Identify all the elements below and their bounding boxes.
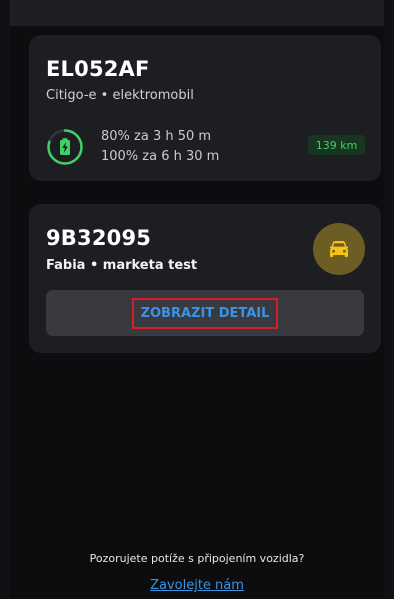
show-detail-button[interactable]: ZOBRAZIT DETAIL [46, 290, 364, 336]
connection-problem-text: Pozorujete potíže s připojením vozidla? [89, 552, 305, 565]
vehicle-subtitle: Citigo-e • elektromobil [46, 88, 194, 103]
status-bar [10, 0, 384, 26]
vehicle-plate: EL052AF [46, 57, 150, 81]
car-icon [313, 223, 365, 275]
range-badge: 139 km [308, 135, 365, 155]
vehicle-list-screen: EL052AF Citigo-e • elektromobil 80% za 3… [10, 26, 384, 599]
charge-estimate: 80% za 3 h 50 m 100% za 6 h 30 m [101, 127, 219, 167]
charge-estimate-80: 80% za 3 h 50 m [101, 129, 212, 144]
battery-charging-icon [47, 129, 83, 165]
charge-estimate-100: 100% za 6 h 30 m [101, 149, 220, 164]
call-us-link[interactable]: Zavolejte nám [10, 578, 384, 593]
show-detail-label: ZOBRAZIT DETAIL [131, 297, 279, 329]
vehicle-card-el052af[interactable]: EL052AF Citigo-e • elektromobil 80% za 3… [29, 35, 381, 181]
car-glyph [330, 241, 348, 257]
vehicle-plate: 9B32095 [46, 226, 152, 250]
vehicle-card-9b32095[interactable]: 9B32095 Fabia • marketa test ZOBRAZIT DE… [29, 204, 381, 353]
vehicle-subtitle: Fabia • marketa test [46, 258, 198, 273]
